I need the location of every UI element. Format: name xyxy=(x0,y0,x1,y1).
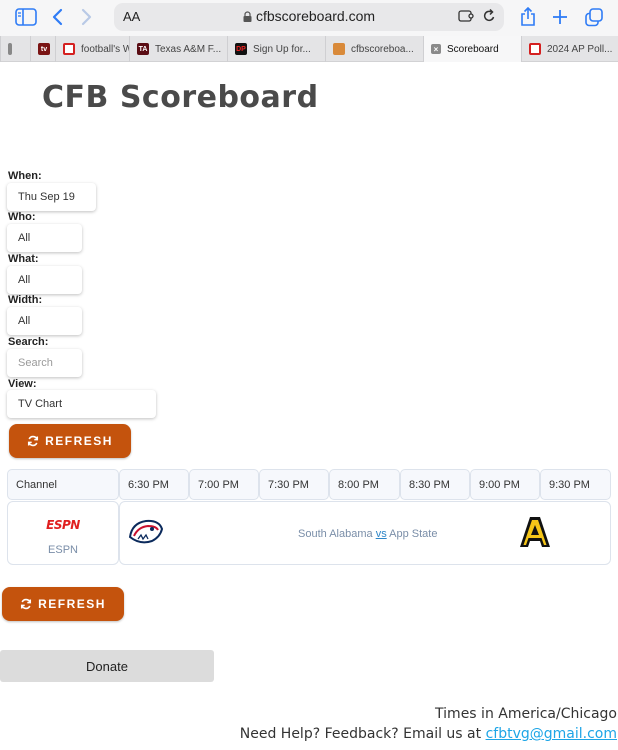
tab-tv[interactable]: tv xyxy=(30,36,55,62)
tab-label: cfbscoreboa... xyxy=(351,43,414,55)
time-header-6: 9:30 PM xyxy=(540,469,611,500)
forward-icon[interactable] xyxy=(78,6,96,28)
away-team: App State xyxy=(389,528,438,540)
sidebar-icon[interactable] xyxy=(14,6,38,28)
close-tab-icon[interactable]: × xyxy=(431,44,441,54)
time-header-5: 9:00 PM xyxy=(470,469,540,500)
timezone-note: Times in America/Chicago xyxy=(435,706,617,722)
page-title: CFB Scoreboard xyxy=(42,80,319,115)
refresh-icon xyxy=(28,435,39,447)
width-select[interactable]: All xyxy=(7,307,82,335)
search-label: Search: xyxy=(8,336,49,348)
refresh-icon xyxy=(21,598,32,610)
time-header-3: 8:00 PM xyxy=(329,469,400,500)
when-select[interactable]: Thu Sep 19 xyxy=(7,183,96,211)
dp-favicon-icon: DP xyxy=(235,43,247,55)
channel-header: Channel xyxy=(7,469,119,500)
view-label: View: xyxy=(8,378,37,390)
ta-favicon-icon: TA xyxy=(137,43,149,55)
what-select[interactable]: All xyxy=(7,266,82,294)
tv-favicon-icon: tv xyxy=(38,43,50,55)
tab-label: Scoreboard xyxy=(447,43,499,55)
tab-pinned-1[interactable] xyxy=(0,36,30,62)
url-text: cfbscoreboard.com xyxy=(255,8,376,24)
tab-label: 2024 AP Poll... xyxy=(547,43,613,55)
espn-favicon-icon xyxy=(529,43,541,55)
help-line: Need Help? Feedback? Email us at cfbtvg@… xyxy=(240,726,617,742)
lock-icon xyxy=(243,9,252,25)
tab-label: Texas A&M F... xyxy=(155,43,222,55)
time-header-4: 8:30 PM xyxy=(400,469,470,500)
tab-label: football's W xyxy=(81,43,129,55)
tab-bar: tv football's W TA Texas A&M F... DP Sig… xyxy=(0,36,618,62)
channel-cell-espn: ESPN ESPN xyxy=(7,501,119,565)
who-label: Who: xyxy=(8,211,36,223)
time-header-1: 7:00 PM xyxy=(189,469,259,500)
vs-link[interactable]: vs xyxy=(376,528,387,540)
donate-button[interactable]: Donate xyxy=(0,650,214,682)
refresh-label: REFRESH xyxy=(45,434,113,448)
share-icon[interactable] xyxy=(518,6,538,28)
what-label: What: xyxy=(8,253,39,265)
email-link[interactable]: cfbtvg@gmail.com xyxy=(486,726,617,742)
refresh-label: REFRESH xyxy=(38,597,106,611)
refresh-button-top[interactable]: REFRESH xyxy=(9,424,131,458)
game-cell[interactable]: South Alabama vs App State A xyxy=(119,501,611,565)
refresh-button-bottom[interactable]: REFRESH xyxy=(2,587,124,621)
tab-texas-am[interactable]: TA Texas A&M F... xyxy=(129,36,227,62)
pinned-favicon-icon xyxy=(8,43,12,55)
espn-logo: ESPN xyxy=(46,518,80,532)
app-state-logo-icon: A xyxy=(518,515,552,556)
help-text: Need Help? Feedback? Email us at xyxy=(239,726,486,742)
tab-scoreboard[interactable]: × Scoreboard xyxy=(423,36,521,62)
address-bar[interactable]: AA cfbscoreboard.com xyxy=(114,3,504,31)
channel-name: ESPN xyxy=(48,544,78,556)
browser-toolbar: AA cfbscoreboard.com xyxy=(0,0,618,36)
envelope-favicon-icon xyxy=(333,43,345,55)
tab-cfbscoreboard[interactable]: cfbscoreboa... xyxy=(325,36,423,62)
reload-icon[interactable] xyxy=(482,8,496,29)
tab-overview-icon[interactable] xyxy=(583,6,605,28)
game-matchup[interactable]: South Alabama vs App State xyxy=(298,528,437,540)
tab-footballs[interactable]: football's W xyxy=(55,36,129,62)
when-label: When: xyxy=(8,170,42,182)
south-alabama-logo-icon xyxy=(128,517,164,552)
espn-favicon-icon xyxy=(63,43,75,55)
search-input[interactable]: Search xyxy=(7,349,82,377)
width-label: Width: xyxy=(8,294,43,306)
time-header-2: 7:30 PM xyxy=(259,469,329,500)
tab-label: Sign Up for... xyxy=(253,43,311,55)
home-team: South Alabama xyxy=(298,528,373,540)
tab-sign-up[interactable]: DP Sign Up for... xyxy=(227,36,325,62)
time-header-0: 6:30 PM xyxy=(119,469,189,500)
tab-ap-poll[interactable]: 2024 AP Poll... xyxy=(521,36,618,62)
new-tab-icon[interactable] xyxy=(550,6,570,28)
extension-icon[interactable] xyxy=(458,9,474,28)
who-select[interactable]: All xyxy=(7,224,82,252)
view-select[interactable]: TV Chart xyxy=(7,390,156,418)
back-icon[interactable] xyxy=(48,6,66,28)
